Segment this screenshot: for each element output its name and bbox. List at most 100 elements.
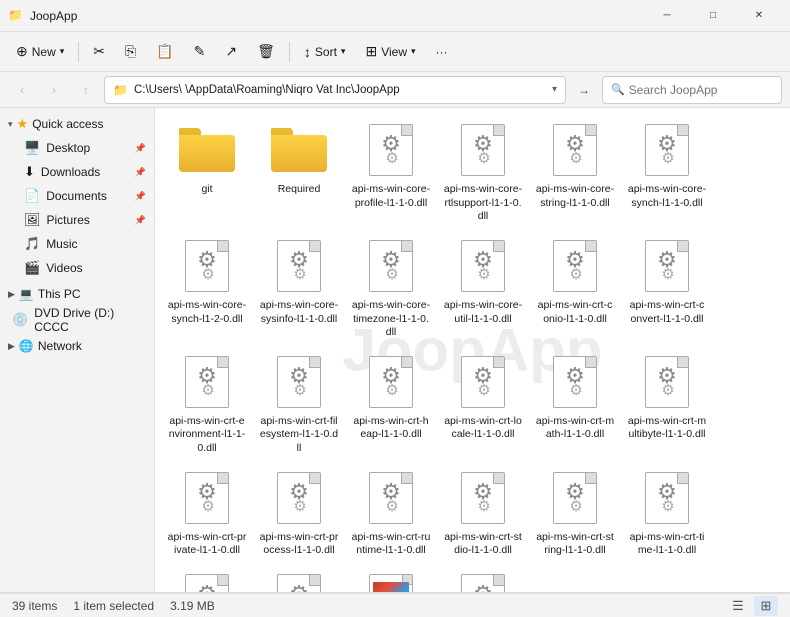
file-item-f6[interactable]: ⚙ ⚙ api-ms-win-core-sysinfo-l1-1-0.dll xyxy=(255,232,343,344)
dll-icon: ⚙ ⚙ xyxy=(547,236,603,296)
file-item-f26[interactable]: ⚙ ⚙ libcef.dll xyxy=(439,566,527,592)
file-item-required[interactable]: Required xyxy=(255,116,343,228)
gear-small-icon: ⚙ xyxy=(661,381,674,399)
sidebar-item-dvd[interactable]: 💿 DVD Drive (D:) CCCC xyxy=(0,308,154,332)
folder-icon xyxy=(271,120,327,180)
address-path[interactable]: 📁 C:\Users\ \AppData\Roaming\Niqro Vat I… xyxy=(104,76,566,104)
paste-button[interactable]: 📋 xyxy=(148,36,181,68)
quick-access-chevron: ▾ xyxy=(8,119,13,130)
sort-chevron: ▾ xyxy=(341,46,346,57)
file-label: api-ms-win-crt-time-l1-1-0.dll xyxy=(627,531,707,558)
file-size: 3.19 MB xyxy=(170,599,215,613)
back-button[interactable]: ‹ xyxy=(8,76,36,104)
sidebar-item-pictures[interactable]: 🖼 Pictures 📌 xyxy=(0,208,154,232)
pin-icon-doc: 📌 xyxy=(135,191,146,202)
file-item-f16[interactable]: ⚙ ⚙ api-ms-win-crt-multibyte-l1-1-0.dll xyxy=(623,348,711,460)
dll-icon: ⚙ ⚙ xyxy=(639,120,695,180)
new-chevron: ▾ xyxy=(60,46,65,57)
close-button[interactable]: ✕ xyxy=(736,0,782,32)
minimize-button[interactable]: ─ xyxy=(644,0,690,32)
sidebar-item-desktop[interactable]: 🖥️ Desktop 📌 xyxy=(0,136,154,160)
file-item-f23[interactable]: ⚙ ⚙ chrome_elf.dll xyxy=(163,566,251,592)
sep2 xyxy=(289,42,290,62)
dll-icon: ⚙ ⚙ xyxy=(639,352,695,412)
folder-icon xyxy=(179,120,235,180)
cut-button[interactable]: ✂ xyxy=(85,36,113,68)
pin-icon-dl: 📌 xyxy=(135,167,146,178)
search-input[interactable] xyxy=(629,83,773,97)
file-item-f9[interactable]: ⚙ ⚙ api-ms-win-crt-conio-l1-1-0.dll xyxy=(531,232,619,344)
forward-button[interactable]: › xyxy=(40,76,68,104)
sort-button[interactable]: ↕ Sort ▾ xyxy=(296,36,354,68)
gear-overlay: ⚙ ⚙ xyxy=(473,583,493,592)
file-label: api-ms-win-crt-locale-l1-1-0.dll xyxy=(443,415,523,442)
dll-icon: ⚙ ⚙ xyxy=(455,120,511,180)
file-label: api-ms-win-core-timezone-l1-1-0.dll xyxy=(351,299,431,340)
window-controls: ─ □ ✕ xyxy=(644,0,782,32)
file-item-git[interactable]: git xyxy=(163,116,251,228)
sidebar-item-documents[interactable]: 📄 Documents 📌 xyxy=(0,184,154,208)
maximize-button[interactable]: □ xyxy=(690,0,736,32)
file-item-f15[interactable]: ⚙ ⚙ api-ms-win-crt-math-l1-1-0.dll xyxy=(531,348,619,460)
dll-icon: ⚙ ⚙ xyxy=(179,236,235,296)
quick-access-section: ▾ ★ Quick access 🖥️ Desktop 📌 ⬇ Download… xyxy=(0,112,154,280)
file-label: api-ms-win-core-synch-l1-1-0.dll xyxy=(627,183,707,210)
file-item-f25[interactable]: guirq.rar xyxy=(347,566,435,592)
more-button[interactable]: ··· xyxy=(428,36,456,68)
sidebar-item-music[interactable]: 🎵 Music xyxy=(0,232,154,256)
up-button[interactable]: ↑ xyxy=(72,76,100,104)
file-item-f13[interactable]: ⚙ ⚙ api-ms-win-crt-heap-l1-1-0.dll xyxy=(347,348,435,460)
file-item-f17[interactable]: ⚙ ⚙ api-ms-win-crt-private-l1-1-0.dll xyxy=(163,464,251,562)
share-button[interactable]: ↗ xyxy=(217,36,245,68)
file-item-f24[interactable]: ⚙ ⚙ d3dcompiler_47.dll xyxy=(255,566,343,592)
dll-icon: ⚙ ⚙ xyxy=(455,468,511,528)
pictures-icon: 🖼 xyxy=(24,212,41,228)
copy-button[interactable]: ⎘ xyxy=(117,36,144,68)
network-section: ▶ 🌐 Network xyxy=(0,334,154,358)
rename-button[interactable]: ✎ xyxy=(186,36,214,68)
rename-icon: ✎ xyxy=(194,43,206,60)
dll-icon: ⚙ ⚙ xyxy=(547,468,603,528)
file-item-f2[interactable]: ⚙ ⚙ api-ms-win-core-rtlsupport-l1-1-0.dl… xyxy=(439,116,527,228)
file-item-f3[interactable]: ⚙ ⚙ api-ms-win-core-string-l1-1-0.dll xyxy=(531,116,619,228)
refresh-button[interactable]: → xyxy=(570,76,598,104)
sidebar-item-desktop-label: Desktop xyxy=(46,141,90,155)
file-item-f10[interactable]: ⚙ ⚙ api-ms-win-crt-convert-l1-1-0.dll xyxy=(623,232,711,344)
grid-view-button[interactable]: ⊞ xyxy=(754,596,778,616)
view-button[interactable]: ⊞ View ▾ xyxy=(357,36,423,68)
downloads-icon: ⬇ xyxy=(24,164,35,180)
gear-small-icon: ⚙ xyxy=(293,265,306,283)
gear-small-icon: ⚙ xyxy=(201,381,214,399)
list-view-button[interactable]: ☰ xyxy=(726,596,750,616)
file-item-f11[interactable]: ⚙ ⚙ api-ms-win-crt-environment-l1-1-0.dl… xyxy=(163,348,251,460)
file-item-f1[interactable]: ⚙ ⚙ api-ms-win-core-profile-l1-1-0.dll xyxy=(347,116,435,228)
new-button[interactable]: ⊕ New ▾ xyxy=(8,36,72,68)
network-header[interactable]: ▶ 🌐 Network xyxy=(0,334,154,358)
gear-small-icon: ⚙ xyxy=(661,265,674,283)
file-label: api-ms-win-core-util-l1-1-0.dll xyxy=(443,299,523,326)
gear-big-icon: ⚙ xyxy=(197,583,217,592)
sidebar-item-downloads[interactable]: ⬇ Downloads 📌 xyxy=(0,160,154,184)
file-item-f18[interactable]: ⚙ ⚙ api-ms-win-crt-process-l1-1-0.dll xyxy=(255,464,343,562)
file-item-f21[interactable]: ⚙ ⚙ api-ms-win-crt-string-l1-1-0.dll xyxy=(531,464,619,562)
gear-overlay: ⚙ ⚙ xyxy=(289,249,309,283)
sidebar-item-videos[interactable]: 🎬 Videos xyxy=(0,256,154,280)
delete-button[interactable]: 🗑 xyxy=(249,36,283,68)
file-item-f7[interactable]: ⚙ ⚙ api-ms-win-core-timezone-l1-1-0.dll xyxy=(347,232,435,344)
gear-big-icon: ⚙ xyxy=(473,583,493,592)
file-item-f20[interactable]: ⚙ ⚙ api-ms-win-crt-stdio-l1-1-0.dll xyxy=(439,464,527,562)
this-pc-header[interactable]: ▶ 💻 This PC xyxy=(0,282,154,306)
network-label: Network xyxy=(38,339,82,353)
file-item-f22[interactable]: ⚙ ⚙ api-ms-win-crt-time-l1-1-0.dll xyxy=(623,464,711,562)
file-item-f4[interactable]: ⚙ ⚙ api-ms-win-core-synch-l1-1-0.dll xyxy=(623,116,711,228)
main-layout: ▾ ★ Quick access 🖥️ Desktop 📌 ⬇ Download… xyxy=(0,108,790,593)
file-label: api-ms-win-crt-multibyte-l1-1-0.dll xyxy=(627,415,707,442)
search-box[interactable]: 🔍 xyxy=(602,76,782,104)
quick-access-header[interactable]: ▾ ★ Quick access xyxy=(0,112,154,136)
file-item-f14[interactable]: ⚙ ⚙ api-ms-win-crt-locale-l1-1-0.dll xyxy=(439,348,527,460)
file-item-f12[interactable]: ⚙ ⚙ api-ms-win-crt-filesystem-l1-1-0.dll xyxy=(255,348,343,460)
file-item-f19[interactable]: ⚙ ⚙ api-ms-win-crt-runtime-l1-1-0.dll xyxy=(347,464,435,562)
file-item-f5[interactable]: ⚙ ⚙ api-ms-win-core-synch-l1-2-0.dll xyxy=(163,232,251,344)
file-item-f8[interactable]: ⚙ ⚙ api-ms-win-core-util-l1-1-0.dll xyxy=(439,232,527,344)
file-label: api-ms-win-crt-process-l1-1-0.dll xyxy=(259,531,339,558)
